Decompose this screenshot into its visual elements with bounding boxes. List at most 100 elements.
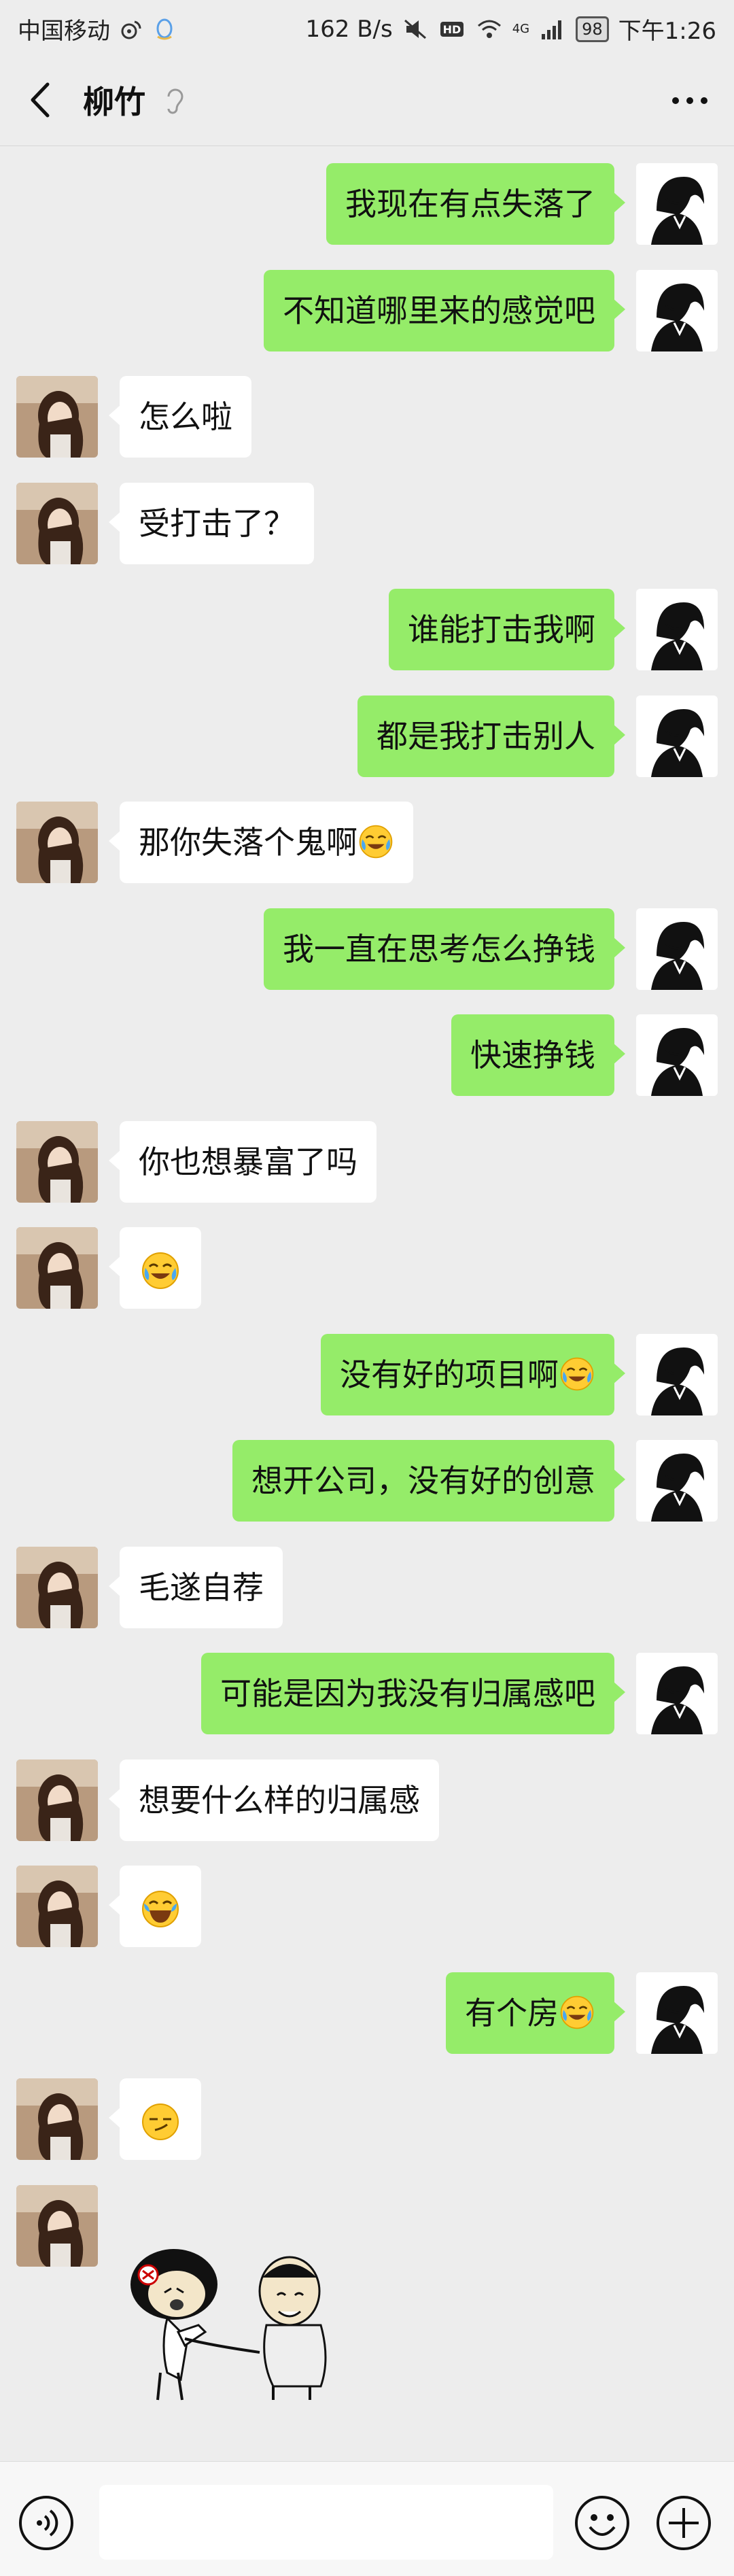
contact-avatar[interactable] — [16, 2078, 98, 2160]
message-bubble[interactable]: 我现在有点失落了 — [326, 163, 625, 245]
message-bubble[interactable]: 快速挣钱 — [451, 1014, 625, 1096]
message-text: 可能是因为我没有归属感吧 — [220, 1675, 595, 1712]
message-bubble[interactable]: 没有好的项目啊 — [321, 1334, 625, 1415]
outgoing-message: 快速挣钱 — [0, 1014, 734, 1096]
message-bubble[interactable]: 可能是因为我没有归属感吧 — [201, 1653, 625, 1734]
kick-meme-sticker[interactable] — [120, 2237, 351, 2414]
outgoing-message: 我现在有点失落了 — [0, 163, 734, 245]
input-bar — [0, 2461, 734, 2576]
message-bubble[interactable]: 谁能打击我啊 — [389, 589, 625, 670]
signal-icon — [542, 20, 562, 39]
message-text: 想要什么样的归属感 — [139, 1782, 420, 1819]
incoming-message: 毛遂自荐 — [0, 1547, 734, 1628]
emoji-picker-icon[interactable] — [574, 2494, 631, 2552]
incoming-message — [0, 1227, 734, 1309]
clock: 下午1:26 — [618, 18, 716, 45]
message-bubble[interactable]: 怎么啦 — [109, 376, 251, 458]
my-avatar[interactable] — [636, 695, 718, 777]
my-avatar[interactable] — [636, 1334, 718, 1415]
outgoing-message: 我一直在思考怎么挣钱 — [0, 908, 734, 990]
laugh-cry-emoji-icon — [559, 1334, 595, 1415]
contact-avatar[interactable] — [16, 1866, 98, 1947]
message-text: 有个房 — [465, 1995, 559, 2031]
message-bubble[interactable] — [109, 1866, 201, 1947]
voice-input-icon[interactable] — [18, 2494, 75, 2552]
message-bubble[interactable] — [109, 2078, 201, 2160]
chat-header: 柳竹 — [0, 53, 734, 146]
message-bubble[interactable]: 想开公司，没有好的创意 — [232, 1440, 625, 1522]
my-avatar[interactable] — [636, 163, 718, 245]
net-speed: 162 B/s — [305, 15, 393, 43]
contact-avatar[interactable] — [16, 376, 98, 458]
message-bubble[interactable]: 受打击了？ — [109, 483, 314, 564]
my-avatar[interactable] — [636, 1014, 718, 1096]
laugh-cry-emoji-icon — [357, 802, 394, 883]
message-text: 谁能打击我啊 — [408, 611, 595, 648]
outgoing-message: 没有好的项目啊 — [0, 1334, 734, 1415]
back-arrow-icon[interactable] — [20, 76, 61, 124]
my-avatar[interactable] — [636, 270, 718, 351]
status-bar: 中国移动 162 B/s HD 4G 98 下午1:26 — [0, 0, 734, 53]
carrier-label: 中国移动 — [18, 18, 110, 45]
contact-avatar[interactable] — [16, 1547, 98, 1628]
svg-text:HD: HD — [442, 23, 461, 36]
message-text: 受打击了？ — [139, 505, 295, 542]
message-text: 我一直在思考怎么挣钱 — [283, 931, 595, 967]
outgoing-message: 有个房 — [0, 1972, 734, 2054]
more-functions-icon[interactable] — [655, 2494, 712, 2552]
message-text: 毛遂自荐 — [139, 1569, 264, 1606]
message-bubble[interactable]: 想要什么样的归属感 — [109, 1759, 439, 1841]
laugh-cry-emoji-icon — [559, 1972, 595, 2054]
contact-avatar[interactable] — [16, 2185, 98, 2267]
incoming-sticker-message — [0, 2185, 734, 2267]
message-bubble[interactable]: 不知道哪里来的感觉吧 — [264, 270, 625, 351]
wifi-icon — [477, 20, 501, 38]
message-text: 没有好的项目啊 — [340, 1356, 559, 1393]
incoming-message: 受打击了？ — [0, 483, 734, 564]
incoming-message — [0, 2078, 734, 2160]
message-bubble[interactable]: 那你失落个鬼啊 — [109, 802, 413, 883]
my-avatar[interactable] — [636, 1972, 718, 2054]
incoming-message: 想要什么样的归属感 — [0, 1759, 734, 1841]
weibo-icon — [121, 20, 141, 39]
my-avatar[interactable] — [636, 908, 718, 990]
earpiece-mode-icon — [167, 88, 184, 114]
more-options-icon[interactable] — [666, 80, 714, 121]
outgoing-message: 谁能打击我啊 — [0, 589, 734, 670]
my-avatar[interactable] — [636, 1440, 718, 1522]
mute-icon — [404, 19, 426, 39]
joy-emoji-icon — [140, 1866, 181, 1947]
incoming-message — [0, 1866, 734, 1947]
outgoing-message: 都是我打击别人 — [0, 695, 734, 777]
chat-title: 柳竹 — [83, 84, 145, 120]
message-text: 我现在有点失落了 — [345, 186, 595, 222]
outgoing-message: 可能是因为我没有归属感吧 — [0, 1653, 734, 1734]
message-input[interactable] — [99, 2485, 553, 2560]
message-text: 你也想暴富了吗 — [139, 1144, 357, 1180]
outgoing-message: 想开公司，没有好的创意 — [0, 1440, 734, 1522]
qq-icon — [156, 18, 173, 39]
my-avatar[interactable] — [636, 589, 718, 670]
battery-indicator: 98 — [576, 16, 609, 42]
laugh-cry-emoji-icon — [140, 1227, 181, 1309]
message-bubble[interactable]: 毛遂自荐 — [109, 1547, 283, 1628]
message-text: 快速挣钱 — [470, 1037, 595, 1074]
message-text: 都是我打击别人 — [377, 718, 595, 755]
outgoing-message: 不知道哪里来的感觉吧 — [0, 270, 734, 351]
my-avatar[interactable] — [636, 1653, 718, 1734]
contact-avatar[interactable] — [16, 1759, 98, 1841]
message-bubble[interactable] — [109, 1227, 201, 1309]
contact-avatar[interactable] — [16, 1121, 98, 1203]
incoming-message: 那你失落个鬼啊 — [0, 802, 734, 883]
message-text: 那你失落个鬼啊 — [139, 824, 357, 861]
incoming-message: 怎么啦 — [0, 376, 734, 458]
message-bubble[interactable]: 我一直在思考怎么挣钱 — [264, 908, 625, 990]
contact-avatar[interactable] — [16, 483, 98, 564]
message-text: 怎么啦 — [139, 398, 232, 435]
message-bubble[interactable]: 你也想暴富了吗 — [109, 1121, 377, 1203]
message-bubble[interactable]: 都是我打击别人 — [357, 695, 625, 777]
contact-avatar[interactable] — [16, 1227, 98, 1309]
message-bubble[interactable]: 有个房 — [446, 1972, 625, 2054]
contact-avatar[interactable] — [16, 802, 98, 883]
message-text: 想开公司，没有好的创意 — [251, 1462, 595, 1499]
